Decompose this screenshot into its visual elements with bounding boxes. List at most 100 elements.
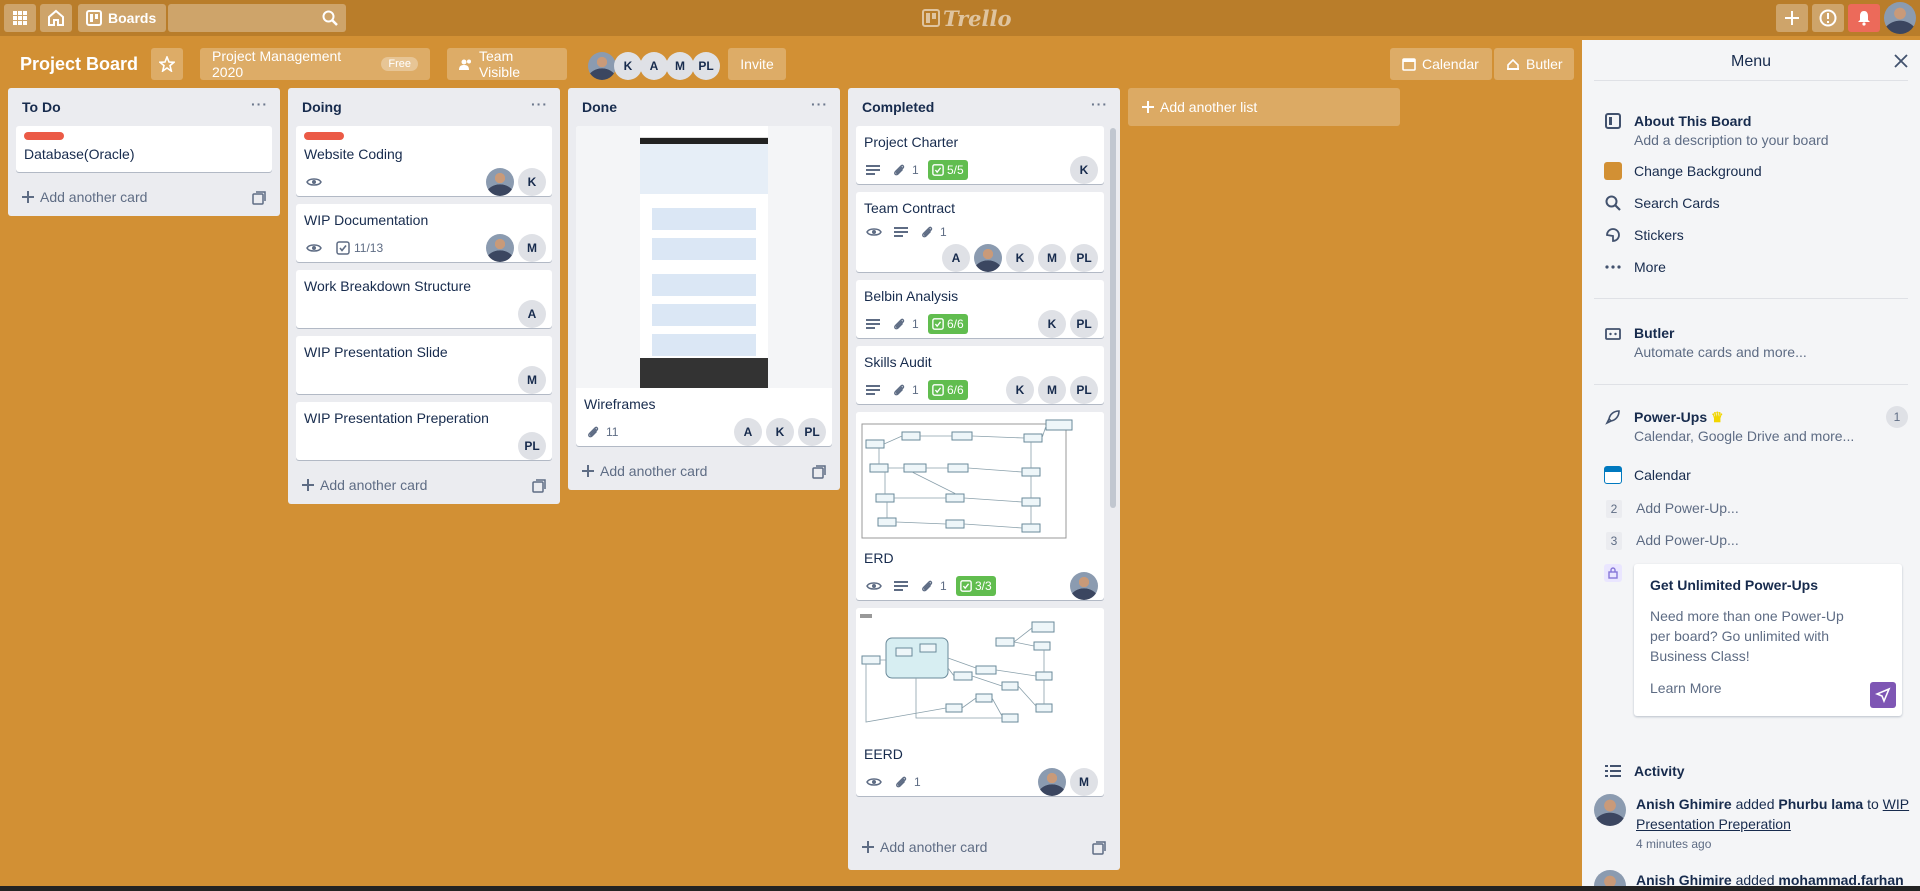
avatar[interactable] — [1594, 794, 1626, 826]
activity-time[interactable]: 4 minutes ago — [1636, 834, 1916, 854]
boards-button[interactable]: Boards — [78, 4, 166, 32]
board-title[interactable]: Project Board — [12, 48, 146, 80]
info-button[interactable] — [1812, 4, 1844, 32]
star-button[interactable] — [151, 48, 183, 80]
card[interactable]: WIP Documentation 11/13 M — [296, 204, 552, 262]
list-header[interactable]: Completed ··· — [848, 88, 1120, 126]
card-member-avatar-photo[interactable] — [974, 244, 1002, 272]
apps-button[interactable] — [4, 4, 36, 32]
card-member-avatar-photo[interactable] — [486, 168, 514, 196]
member-avatar[interactable]: K — [614, 52, 642, 80]
checklist-badge: 6/6 — [928, 380, 968, 400]
card[interactable]: Database(Oracle) — [16, 126, 272, 172]
member-avatar[interactable]: M — [666, 52, 694, 80]
invite-button[interactable]: Invite — [728, 48, 786, 80]
card-member[interactable]: M — [518, 366, 546, 394]
card[interactable]: Team Contract 1 A K M PL — [856, 192, 1104, 272]
checklist-count: 11/13 — [354, 241, 384, 255]
add-list-button[interactable]: Add another list — [1128, 88, 1400, 126]
list-title: Done — [582, 99, 617, 115]
member-avatar[interactable]: A — [640, 52, 668, 80]
card-member[interactable]: K — [1070, 156, 1098, 184]
close-icon[interactable] — [1894, 54, 1908, 68]
about-subtitle: Add a description to your board — [1634, 132, 1829, 148]
menu-item-search-cards[interactable]: Search Cards — [1604, 194, 1720, 212]
notifications-button[interactable] — [1848, 4, 1880, 32]
card-member[interactable]: M — [518, 234, 546, 262]
card[interactable]: Belbin Analysis 1 6/6 K PL — [856, 280, 1104, 338]
card-member[interactable]: PL — [518, 432, 546, 460]
more-icon[interactable]: ··· — [531, 96, 548, 112]
card-member-avatar-photo[interactable] — [486, 234, 514, 262]
card-member[interactable]: K — [766, 418, 794, 446]
add-card-button[interactable]: Add another card — [848, 830, 1120, 866]
visibility-button[interactable]: Team Visible — [447, 48, 567, 80]
add-card-label: Add another card — [40, 189, 148, 205]
more-icon[interactable]: ··· — [811, 96, 828, 112]
card-member[interactable]: PL — [798, 418, 826, 446]
menu-item-more[interactable]: More — [1604, 258, 1666, 276]
template-icon[interactable] — [812, 465, 826, 479]
learn-more-link[interactable]: Learn More — [1650, 680, 1722, 696]
card[interactable]: WIP Presentation Preperation PL — [296, 402, 552, 460]
create-button[interactable] — [1776, 4, 1808, 32]
card-member[interactable]: M — [1038, 244, 1066, 272]
add-card-button[interactable]: Add another card — [568, 454, 840, 490]
card-member[interactable]: A — [942, 244, 970, 272]
card-member-avatar-photo[interactable] — [1038, 768, 1066, 796]
user-avatar[interactable] — [1884, 2, 1916, 34]
card[interactable]: ERD 1 3/3 — [856, 412, 1104, 600]
menu-item-about[interactable]: About This Board Add a description to you… — [1604, 112, 1829, 150]
add-powerup-link[interactable]: Add Power-Up... — [1636, 532, 1739, 548]
menu-item-calendar-powerup[interactable]: Calendar — [1604, 466, 1691, 484]
menu-item-butler[interactable]: Butler Automate cards and more... — [1604, 324, 1807, 362]
card-member[interactable]: K — [518, 168, 546, 196]
card[interactable]: Work Breakdown Structure A — [296, 270, 552, 328]
list-header[interactable]: Done ··· — [568, 88, 840, 126]
add-card-button[interactable]: Add another card — [8, 180, 280, 216]
card[interactable]: Skills Audit 1 6/6 K M PL — [856, 346, 1104, 404]
menu-item-change-background[interactable]: Change Background — [1604, 162, 1762, 180]
card[interactable]: Wireframes 11 A K PL — [576, 126, 832, 446]
search-input[interactable] — [168, 4, 346, 32]
member-avatar[interactable]: PL — [692, 52, 720, 80]
template-icon[interactable] — [1092, 841, 1106, 855]
card-member[interactable]: M — [1070, 768, 1098, 796]
activity-actor[interactable]: Anish Ghimire — [1636, 796, 1732, 812]
calendar-button[interactable]: Calendar — [1390, 48, 1492, 80]
card-member-avatar-photo[interactable] — [1070, 572, 1098, 600]
card-member[interactable]: A — [734, 418, 762, 446]
workspace-button[interactable]: Project Management 2020 Free — [200, 48, 430, 80]
card[interactable]: Website Coding K — [296, 126, 552, 196]
menu-item-stickers[interactable]: Stickers — [1604, 226, 1684, 244]
card-member[interactable]: PL — [1070, 244, 1098, 272]
card-label-red[interactable] — [24, 132, 64, 140]
card[interactable]: EERD 1 M — [856, 608, 1104, 796]
add-powerup-link[interactable]: Add Power-Up... — [1636, 500, 1739, 516]
add-card-button[interactable]: Add another card — [288, 468, 560, 504]
more-icon[interactable]: ··· — [1091, 96, 1108, 112]
card-member[interactable]: PL — [1070, 310, 1098, 338]
list-scrollbar[interactable] — [1110, 128, 1116, 508]
activity-target[interactable]: Phurbu lama — [1778, 796, 1863, 812]
menu-item-powerups[interactable]: Power-Ups ♛ Calendar, Google Drive and mo… — [1604, 408, 1854, 446]
card-member[interactable]: K — [1038, 310, 1066, 338]
card[interactable]: WIP Presentation Slide M — [296, 336, 552, 394]
template-icon[interactable] — [532, 479, 546, 493]
home-button[interactable] — [40, 4, 72, 32]
card-title: EERD — [864, 746, 903, 762]
card-member[interactable]: K — [1006, 376, 1034, 404]
list-header[interactable]: To Do ··· — [8, 88, 280, 126]
card[interactable]: Project Charter 1 5/5 K — [856, 126, 1104, 184]
member-avatar-owner[interactable] — [588, 52, 616, 80]
template-icon[interactable] — [252, 191, 266, 205]
card-member[interactable]: M — [1038, 376, 1066, 404]
trello-logo[interactable]: Trello — [922, 6, 1032, 31]
more-icon[interactable]: ··· — [251, 96, 268, 112]
list-header[interactable]: Doing ··· — [288, 88, 560, 126]
card-member[interactable]: A — [518, 300, 546, 328]
card-member[interactable]: PL — [1070, 376, 1098, 404]
card-member[interactable]: K — [1006, 244, 1034, 272]
butler-button[interactable]: Butler — [1494, 48, 1574, 80]
card-label-red[interactable] — [304, 132, 344, 140]
